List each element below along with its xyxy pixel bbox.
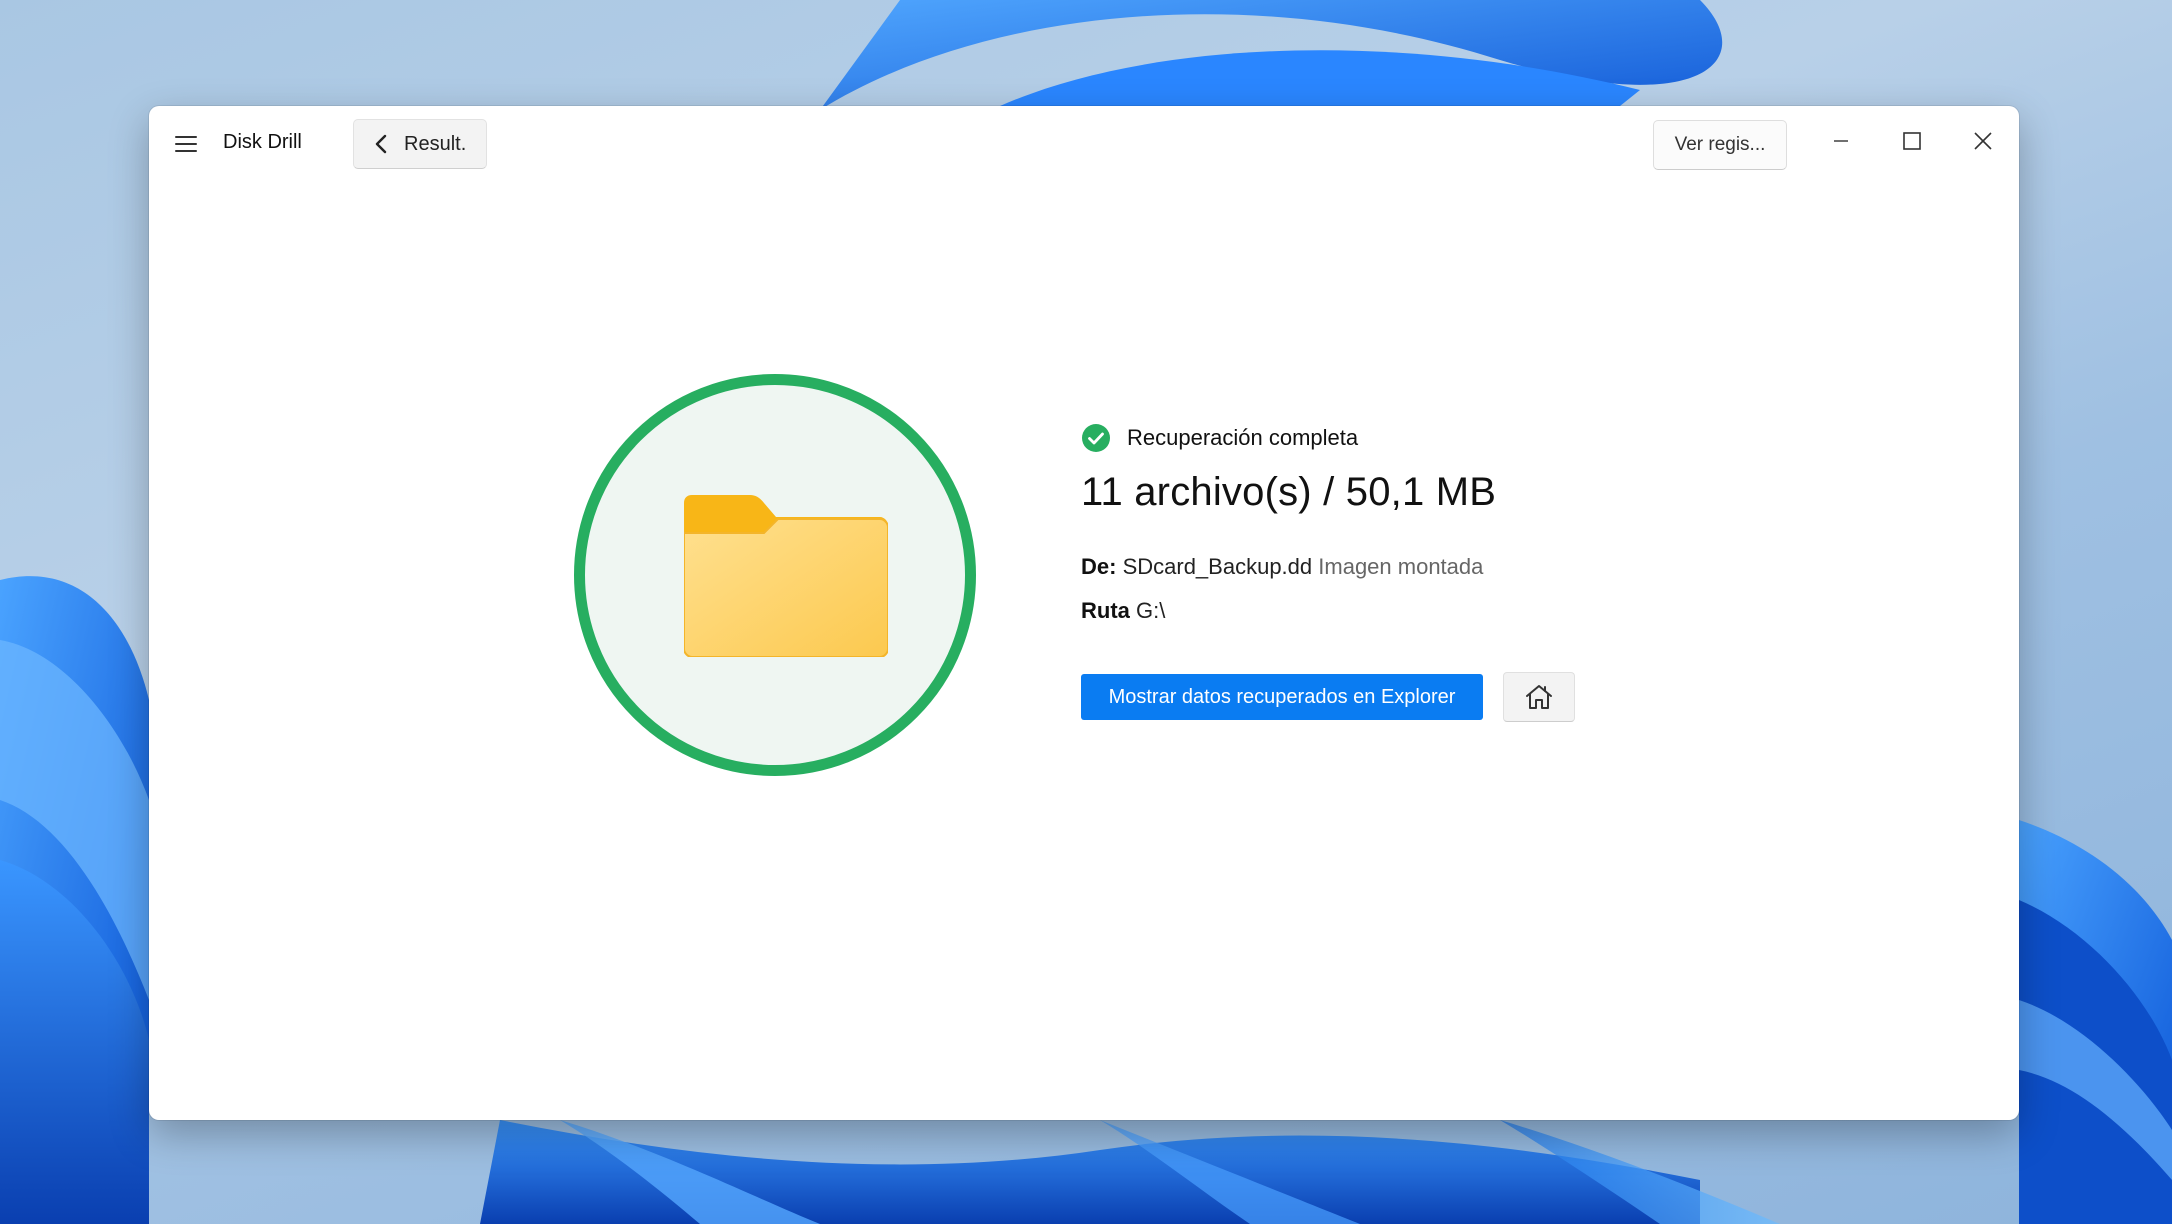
source-row: De: SDcard_Backup.dd Imagen montada (1081, 554, 1483, 580)
show-in-explorer-button[interactable]: Mostrar datos recuperados en Explorer (1081, 674, 1483, 720)
back-button[interactable]: Result. (353, 119, 487, 169)
app-title: Disk Drill (223, 131, 302, 153)
path-label: Ruta (1081, 598, 1130, 623)
hero-circle (574, 374, 976, 776)
desktop: Disk Drill Result. Ver regis... Recupera… (0, 0, 2172, 1224)
maximize-icon (1903, 132, 1921, 150)
view-log-button[interactable]: Ver regis... (1653, 120, 1787, 170)
app-window: Disk Drill Result. Ver regis... Recupera… (149, 106, 2019, 1120)
minimize-icon (1834, 140, 1848, 142)
status-row: Recuperación completa (1081, 422, 1358, 454)
hamburger-icon[interactable] (173, 132, 199, 156)
recovery-result-panel: Recuperación completa 11 archivo(s) / 50… (149, 182, 2019, 1120)
source-type: Imagen montada (1318, 554, 1484, 579)
close-button[interactable] (1953, 116, 2013, 166)
back-button-label: Result. (404, 132, 467, 155)
recovery-summary: 11 archivo(s) / 50,1 MB (1081, 470, 1497, 514)
chevron-left-icon (375, 134, 387, 154)
close-icon (1974, 132, 1992, 150)
maximize-button[interactable] (1882, 116, 1942, 166)
minimize-button[interactable] (1811, 116, 1871, 166)
home-button[interactable] (1503, 672, 1575, 722)
status-text: Recuperación completa (1127, 425, 1359, 450)
check-circle-icon (1082, 424, 1110, 452)
folder-icon (684, 495, 888, 657)
path-value: G:\ (1136, 598, 1166, 623)
path-row: Ruta G:\ (1081, 598, 1165, 624)
home-icon (1526, 685, 1552, 709)
source-label: De: (1081, 554, 1117, 579)
title-bar: Disk Drill Result. Ver regis... (149, 106, 2019, 182)
source-value: SDcard_Backup.dd (1122, 554, 1313, 579)
